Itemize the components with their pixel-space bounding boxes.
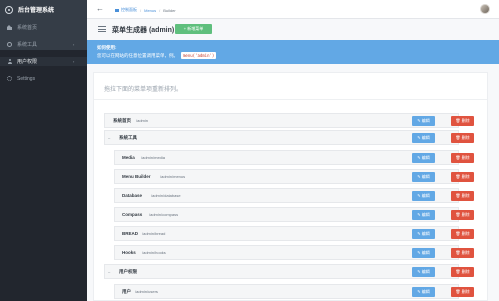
menu-item-url: /admin/bread <box>142 231 166 236</box>
menu-item-title: 系统工具 <box>119 135 137 140</box>
menu-item-row[interactable]: Database /admin/database ✎ 编辑 🗑 删除 <box>114 188 474 203</box>
menu-item-row[interactable]: Media /admin/media ✎ 编辑 🗑 删除 <box>114 150 474 165</box>
breadcrumb-separator: / <box>140 7 142 13</box>
edit-button[interactable]: ✎ 编辑 <box>412 116 435 126</box>
edit-button[interactable]: ✎ 编辑 <box>412 172 435 182</box>
delete-button[interactable]: 🗑 删除 <box>451 191 474 201</box>
brand[interactable]: 后台管理系统 <box>5 5 54 14</box>
delete-button[interactable]: 🗑 删除 <box>451 267 474 277</box>
menu-item-url: /admin/media <box>141 155 166 160</box>
dashboard-icon <box>115 8 119 12</box>
menu-item-url: /admin <box>136 118 149 123</box>
edit-button[interactable]: ✎ 编辑 <box>412 287 435 297</box>
logo-gear-icon <box>5 5 13 14</box>
menu-item-title: Hooks <box>122 250 136 255</box>
menu-item-url: /admin/database <box>151 193 181 198</box>
sidebar-item-tools[interactable]: 系统工具 ‹ <box>0 40 87 49</box>
sidebar-item-label: 系统首页 <box>17 25 38 31</box>
menu-item-title: 系统首页 <box>113 118 131 123</box>
sidebar-item-home[interactable]: 系统首页 <box>0 23 87 32</box>
menu-item-url: /admin/menus <box>160 174 186 179</box>
sidebar: 后台管理系统 系统首页 系统工具 ‹ 用户权限 ‹ Settings <box>0 0 87 301</box>
menu-item-title: 用户 <box>122 289 131 294</box>
menu-item-row[interactable]: 用户 /admin/users ✎ 编辑 🗑 删除 <box>114 284 474 299</box>
breadcrumb-builder: Builder <box>163 7 176 13</box>
user-icon <box>7 59 12 64</box>
collapse-toggle[interactable]: – <box>108 135 110 140</box>
menu-item-row[interactable]: Compass /admin/compass ✎ 编辑 🗑 删除 <box>114 207 474 222</box>
edit-button[interactable]: ✎ 编辑 <box>412 229 435 239</box>
edit-button[interactable]: ✎ 编辑 <box>412 153 435 163</box>
avatar[interactable] <box>480 4 490 14</box>
page-header: 菜单生成器 (admin) + 新增菜单 <box>87 19 499 39</box>
alert-title: 如何使用: <box>97 45 117 50</box>
sidebar-item-label: Settings <box>17 75 36 82</box>
gear-icon <box>7 76 12 81</box>
menu-item-row[interactable]: BREAD /admin/bread ✎ 编辑 🗑 删除 <box>114 226 474 241</box>
chevron-left-icon: ‹ <box>73 42 75 47</box>
menu-item-title: Compass <box>122 212 143 217</box>
edit-button[interactable]: ✎ 编辑 <box>412 133 435 143</box>
menu-panel: 拖拉下面的菜单项重新排列。 系统首页 /admin ✎ 编辑 🗑 删除 – 系统… <box>93 72 488 301</box>
menu-item-title: Menu Builder <box>122 174 151 179</box>
menu-item-title: Media <box>122 155 135 160</box>
delete-button[interactable]: 🗑 删除 <box>451 172 474 182</box>
sidebar-item-label: 用户权限 <box>17 59 38 65</box>
alert-code: menu('admin') <box>181 52 217 59</box>
breadcrumb-menus[interactable]: Menus <box>144 8 156 13</box>
usage-alert: 如何使用: 您可以在网站的任意位置调用菜单，例。 menu('admin') <box>87 40 499 64</box>
delete-button[interactable]: 🗑 删除 <box>451 229 474 239</box>
edit-button[interactable]: ✎ 编辑 <box>412 210 435 220</box>
delete-button[interactable]: 🗑 删除 <box>451 287 474 297</box>
edit-button[interactable]: ✎ 编辑 <box>412 267 435 277</box>
menu-item-row[interactable]: Hooks /admin/hooks ✎ 编辑 🗑 删除 <box>114 245 474 260</box>
tools-icon <box>7 42 12 47</box>
sidebar-header: 后台管理系统 系统首页 系统工具 ‹ <box>0 0 87 50</box>
menu-item-row[interactable]: 系统首页 /admin ✎ 编辑 🗑 删除 <box>104 113 474 128</box>
breadcrumb-dashboard[interactable]: 控制面板 <box>121 7 137 13</box>
alert-message: 您可以在网站的任意位置调用菜单，例。 <box>97 52 178 58</box>
menu-item-title: Database <box>122 193 143 198</box>
chevron-left-icon: ‹ <box>73 59 75 64</box>
delete-button[interactable]: 🗑 删除 <box>451 116 474 126</box>
delete-button[interactable]: 🗑 删除 <box>451 153 474 163</box>
divider <box>94 99 487 100</box>
sidebar-item-settings[interactable]: Settings <box>0 74 87 83</box>
top-bar: ← 控制面板 / Menus / Builder <box>87 0 499 19</box>
delete-button[interactable]: 🗑 删除 <box>451 133 474 143</box>
breadcrumb: 控制面板 / Menus / Builder <box>115 7 176 13</box>
edit-button[interactable]: ✎ 编辑 <box>412 191 435 201</box>
menu-item-url: /admin/compass <box>149 212 179 217</box>
alert-text: 您可以在网站的任意位置调用菜单，例。 menu('admin') <box>97 52 217 59</box>
breadcrumb-separator: / <box>159 7 161 13</box>
collapse-toggle[interactable]: – <box>108 269 110 274</box>
menu-item-row[interactable]: – 系统工具 ✎ 编辑 🗑 删除 <box>104 130 474 145</box>
sidebar-item-permissions[interactable]: 用户权限 ‹ <box>0 57 87 66</box>
edit-button[interactable]: ✎ 编辑 <box>412 248 435 258</box>
sidebar-item-label: 系统工具 <box>17 42 38 48</box>
menu-item-title: 用户权限 <box>119 269 137 274</box>
drag-hint: 拖拉下面的菜单项重新排列。 <box>104 87 183 93</box>
add-menu-item-button[interactable]: + 新增菜单 <box>175 24 212 34</box>
delete-button[interactable]: 🗑 删除 <box>451 210 474 220</box>
brand-title: 后台管理系统 <box>18 8 55 14</box>
page-title: 菜单生成器 (admin) <box>112 27 175 34</box>
delete-button[interactable]: 🗑 删除 <box>451 248 474 258</box>
menu-item-row[interactable]: – 用户权限 ✎ 编辑 🗑 删除 <box>104 264 474 279</box>
menu-item-row[interactable]: Menu Builder /admin/menus ✎ 编辑 🗑 删除 <box>114 169 474 184</box>
list-icon <box>98 26 106 33</box>
menu-item-url: /admin/users <box>135 289 158 294</box>
menu-item-url: /admin/hooks <box>142 250 166 255</box>
menu-item-title: BREAD <box>122 231 139 236</box>
home-icon <box>7 25 12 30</box>
back-arrow-icon[interactable]: ← <box>96 4 104 14</box>
